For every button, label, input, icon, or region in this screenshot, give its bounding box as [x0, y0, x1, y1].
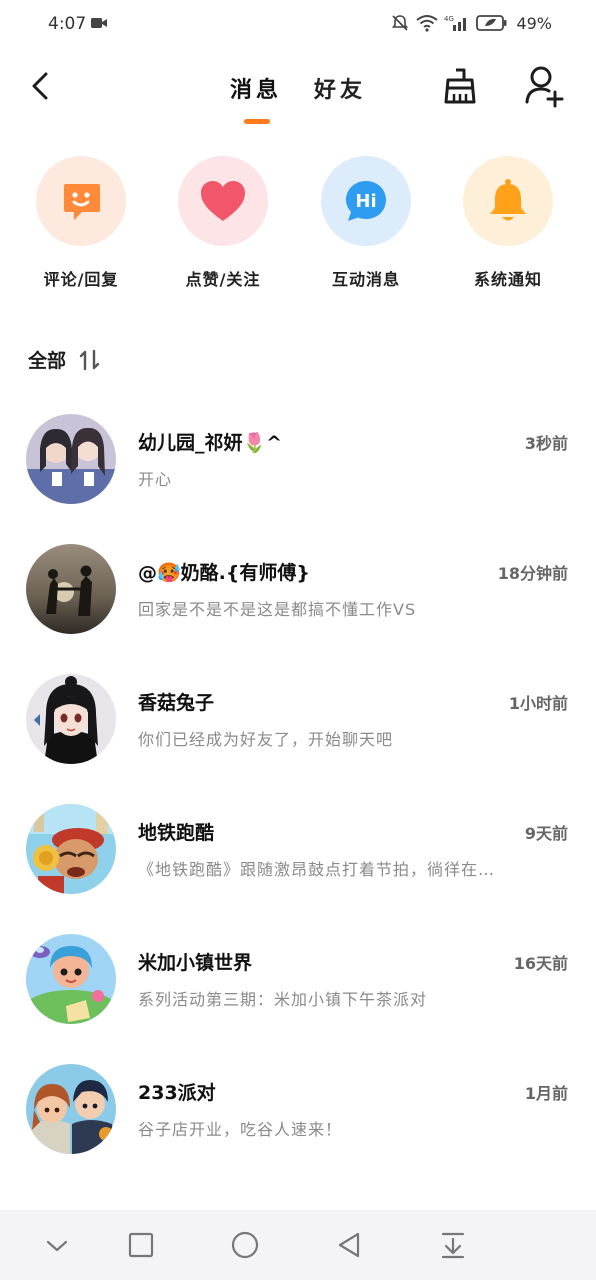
- category-icon-bg: [36, 156, 126, 246]
- conversation-name: @🥵奶酪.{有师傅}: [138, 562, 310, 584]
- circle-home-icon: [231, 1231, 259, 1259]
- category-interactions[interactable]: Hi 互动消息: [306, 156, 426, 290]
- conversation-time: 1月前: [524, 1084, 568, 1103]
- sort-icon[interactable]: [78, 349, 102, 371]
- conversation-name: 233派对: [138, 1082, 216, 1104]
- conversation-preview: 系列活动第三期：米加小镇下午茶派对: [138, 990, 428, 1009]
- conversation-row[interactable]: 米加小镇世界 16天前 系列活动第三期：米加小镇下午茶派对: [0, 922, 596, 1040]
- triangle-back-icon: [338, 1232, 360, 1258]
- add-friend-icon[interactable]: [524, 64, 564, 108]
- section-header: 全部: [28, 346, 102, 373]
- conversation-row[interactable]: 233派对 1月前 谷子店开业，吃谷人速来！: [0, 1052, 596, 1170]
- conversation-row[interactable]: 幼儿园_祁妍🌷^ 3秒前 开心: [0, 402, 596, 520]
- mute-bell-icon: [392, 15, 409, 31]
- square-icon: [128, 1232, 154, 1258]
- category-icon-bg: [178, 156, 268, 246]
- pull-down-icon: [441, 1232, 465, 1259]
- conversation-name: 幼儿园_祁妍🌷^: [138, 432, 283, 454]
- hi-glyph: Hi: [355, 191, 376, 212]
- conversation-preview: 《地铁跑酷》跟随激昂鼓点打着节拍，徜徉在…: [138, 860, 496, 879]
- conversation-preview: 开心: [138, 470, 173, 489]
- conversation-preview: 你们已经成为好友了，开始聊天吧: [138, 730, 394, 749]
- category-icon-bg: Hi: [321, 156, 411, 246]
- top-bar: 消息 好友: [0, 56, 596, 126]
- tab-messages[interactable]: 消息: [230, 72, 282, 104]
- nav-back-button[interactable]: [332, 1228, 366, 1262]
- nav-pulldown-button[interactable]: [436, 1228, 470, 1262]
- bell-icon: [490, 179, 526, 221]
- conversation-name: 米加小镇世界: [138, 952, 253, 974]
- battery-percent: 49%: [516, 13, 552, 33]
- nav-recents-button[interactable]: [124, 1228, 158, 1262]
- conversation-time: 9天前: [524, 824, 568, 843]
- section-title: 全部: [28, 350, 67, 372]
- category-comments-replies[interactable]: 评论/回复: [21, 156, 141, 290]
- active-tab-indicator: [244, 119, 270, 124]
- back-icon[interactable]: [26, 66, 56, 106]
- conversation-name: 香菇兔子: [138, 692, 215, 714]
- category-system-notifications[interactable]: 系统通知: [448, 156, 568, 290]
- nav-collapse-button[interactable]: [40, 1228, 74, 1262]
- conversation-time: 3秒前: [524, 434, 568, 453]
- battery-icon: [476, 15, 507, 31]
- wifi-icon: [416, 15, 439, 32]
- chevron-down-icon: [46, 1240, 68, 1252]
- avatar: [26, 674, 116, 764]
- conversation-row[interactable]: 地铁跑酷 9天前 《地铁跑酷》跟随激昂鼓点打着节拍，徜徉在…: [0, 792, 596, 910]
- conversation-time: 1小时前: [508, 694, 568, 713]
- conversation-row[interactable]: 香菇兔子 1小时前 你们已经成为好友了，开始聊天吧: [0, 662, 596, 780]
- nav-home-button[interactable]: [228, 1228, 262, 1262]
- category-shortcuts: 评论/回复 点赞/关注 Hi 互动消息 系统通知: [0, 156, 596, 296]
- network-type-label: 4G: [444, 15, 454, 23]
- avatar: [26, 934, 116, 1024]
- avatar: [26, 414, 116, 504]
- category-label: 互动消息: [331, 270, 400, 289]
- status-icons: 4G 49%: [390, 13, 552, 33]
- avatar: [26, 804, 116, 894]
- conversation-name: 地铁跑酷: [138, 822, 215, 844]
- tab-friends[interactable]: 好友: [314, 72, 366, 104]
- screen-record-icon: [91, 18, 107, 28]
- heart-icon: [201, 181, 245, 221]
- conversation-time: 18分钟前: [497, 564, 568, 583]
- smile-chat-icon: [64, 184, 100, 220]
- category-icon-bg: [463, 156, 553, 246]
- system-nav-bar: [0, 1210, 596, 1280]
- status-time: 4:07: [48, 14, 87, 34]
- avatar: [26, 1064, 116, 1154]
- category-label: 系统通知: [473, 270, 542, 289]
- conversation-preview: 回家是不是不是这是都搞不懂工作VS: [138, 600, 417, 619]
- broom-clear-icon[interactable]: [440, 66, 480, 106]
- category-likes-follows[interactable]: 点赞/关注: [163, 156, 283, 290]
- conversation-time: 16天前: [513, 954, 568, 973]
- conversation-preview: 谷子店开业，吃谷人速来！: [138, 1120, 343, 1139]
- avatar: [26, 544, 116, 634]
- cellular-signal-icon: 4G: [444, 15, 467, 31]
- hi-bubble-icon: Hi: [346, 181, 386, 221]
- status-bar: 4:07 4G 49%: [0, 0, 596, 48]
- conversation-row[interactable]: @🥵奶酪.{有师傅} 18分钟前 回家是不是不是这是都搞不懂工作VS: [0, 532, 596, 650]
- category-label: 评论/回复: [43, 270, 119, 289]
- category-label: 点赞/关注: [185, 270, 261, 289]
